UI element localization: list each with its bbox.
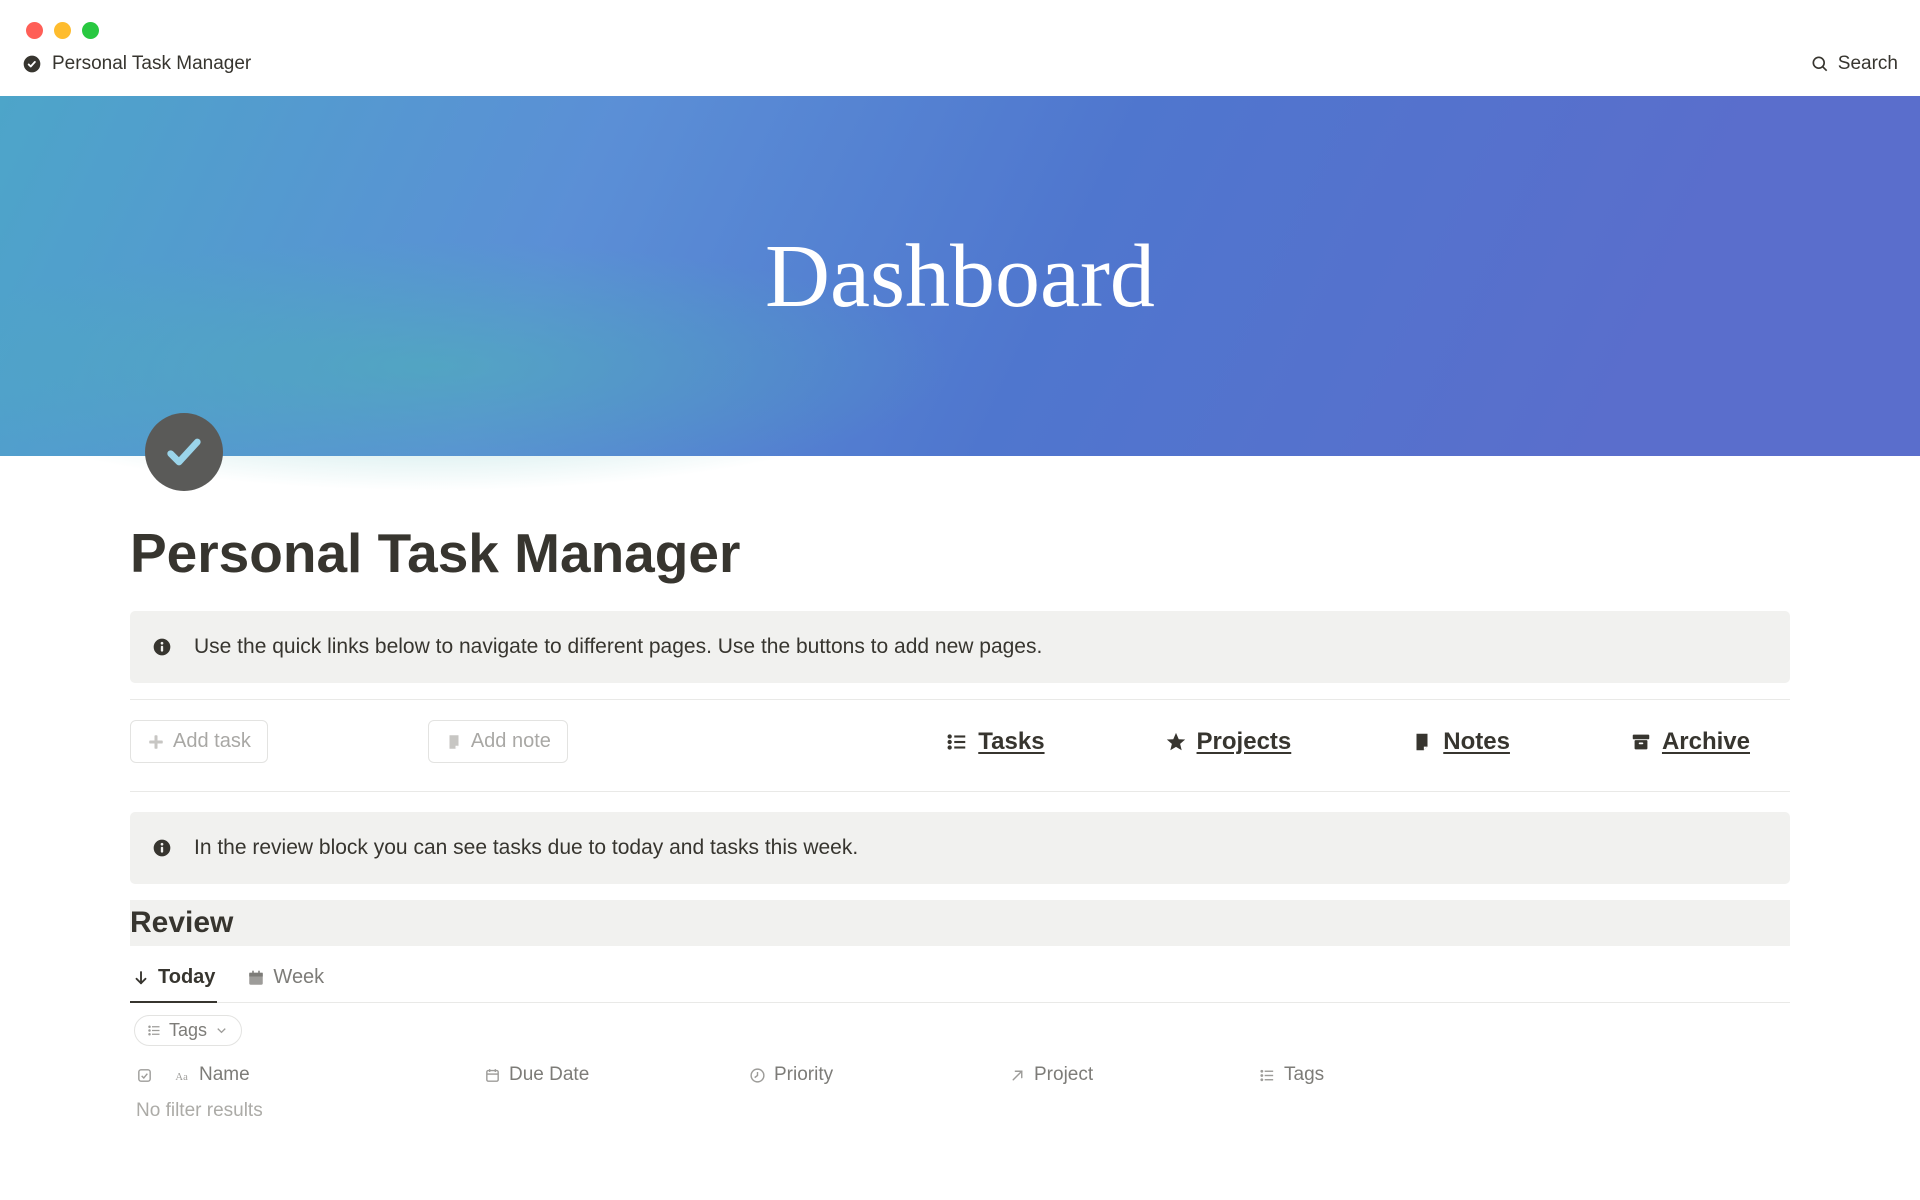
page-icon	[1411, 731, 1433, 753]
calendar-icon	[484, 1067, 501, 1084]
column-project-label: Project	[1034, 1064, 1093, 1086]
note-icon	[445, 733, 463, 751]
star-icon	[1165, 731, 1187, 753]
add-note-label: Add note	[471, 730, 551, 753]
arrow-upright-icon	[1009, 1067, 1026, 1084]
minimize-window-button[interactable]	[54, 22, 71, 39]
tab-week-label: Week	[273, 966, 324, 989]
nav-notes[interactable]: Notes	[1411, 728, 1510, 756]
empty-state: No filter results	[130, 1092, 1790, 1122]
column-name-label: Name	[199, 1064, 250, 1086]
search-button[interactable]: Search	[1810, 53, 1898, 75]
info-icon	[152, 637, 172, 657]
list-icon	[946, 731, 968, 753]
search-label: Search	[1838, 53, 1898, 75]
divider	[130, 699, 1790, 700]
svg-text:Aa: Aa	[175, 1071, 188, 1082]
priority-icon	[749, 1067, 766, 1084]
column-project[interactable]: Project	[1009, 1064, 1259, 1086]
nav-projects[interactable]: Projects	[1165, 728, 1292, 756]
checkbox-icon	[136, 1067, 153, 1084]
checkmark-icon	[164, 432, 204, 472]
tab-today-label: Today	[158, 966, 215, 989]
nav-projects-label: Projects	[1197, 728, 1292, 756]
nav-tasks-label: Tasks	[978, 728, 1044, 756]
breadcrumb[interactable]: Personal Task Manager	[22, 53, 251, 75]
nav-archive-label: Archive	[1662, 728, 1750, 756]
column-tags[interactable]: Tags	[1259, 1064, 1459, 1086]
add-task-button[interactable]: Add task	[130, 720, 268, 763]
breadcrumb-title: Personal Task Manager	[52, 53, 251, 75]
filter-tags[interactable]: Tags	[134, 1015, 242, 1046]
archive-icon	[1630, 731, 1652, 753]
page-cover[interactable]: Dashboard	[0, 96, 1920, 456]
column-due-date[interactable]: Due Date	[484, 1064, 749, 1086]
tab-week[interactable]: Week	[245, 954, 326, 1003]
text-icon: Aa	[174, 1067, 191, 1084]
column-priority-label: Priority	[774, 1064, 833, 1086]
check-circle-icon	[22, 54, 42, 74]
quick-actions-row: Add task Add note Tasks Projects	[130, 720, 1790, 763]
arrow-down-icon	[132, 969, 150, 987]
divider	[130, 791, 1790, 792]
column-tags-label: Tags	[1284, 1064, 1324, 1086]
table-header: Aa Name Due Date Priority Project Tags	[130, 1046, 1790, 1092]
list-small-icon	[147, 1023, 162, 1038]
nav-notes-label: Notes	[1443, 728, 1510, 756]
add-note-button[interactable]: Add note	[428, 720, 568, 763]
calendar-icon	[247, 969, 265, 987]
nav-archive[interactable]: Archive	[1630, 728, 1750, 756]
column-checkbox[interactable]	[130, 1067, 174, 1084]
column-priority[interactable]: Priority	[749, 1064, 1009, 1086]
column-name[interactable]: Aa Name	[174, 1064, 484, 1086]
window-controls	[0, 0, 1920, 39]
list-small-icon	[1259, 1067, 1276, 1084]
info-icon	[152, 838, 172, 858]
info-callout-mid: In the review block you can see tasks du…	[130, 812, 1790, 884]
review-title: Review	[130, 906, 1790, 940]
page-title: Personal Task Manager	[130, 521, 1790, 585]
search-icon	[1810, 54, 1830, 74]
close-window-button[interactable]	[26, 22, 43, 39]
view-tabs: Today Week	[130, 954, 1790, 1003]
review-header: Review	[130, 900, 1790, 946]
column-due-label: Due Date	[509, 1064, 589, 1086]
maximize-window-button[interactable]	[82, 22, 99, 39]
info-callout-top: Use the quick links below to navigate to…	[130, 611, 1790, 683]
cover-title: Dashboard	[765, 225, 1155, 328]
page-icon[interactable]	[145, 413, 223, 491]
plus-icon	[147, 733, 165, 751]
callout-text: In the review block you can see tasks du…	[194, 836, 858, 860]
nav-tasks[interactable]: Tasks	[946, 728, 1044, 756]
callout-text: Use the quick links below to navigate to…	[194, 635, 1042, 659]
content-area: Dashboard Personal Task Manager Use the …	[0, 96, 1920, 1156]
chevron-down-icon	[214, 1023, 229, 1038]
filter-row: Tags	[130, 1003, 1790, 1046]
filter-tags-label: Tags	[169, 1020, 207, 1041]
tab-today[interactable]: Today	[130, 954, 217, 1003]
add-task-label: Add task	[173, 730, 251, 753]
nav-links: Tasks Projects Notes Archive	[946, 728, 1790, 756]
top-bar: Personal Task Manager Search	[0, 39, 1920, 96]
main-content: Personal Task Manager Use the quick link…	[0, 456, 1920, 1122]
